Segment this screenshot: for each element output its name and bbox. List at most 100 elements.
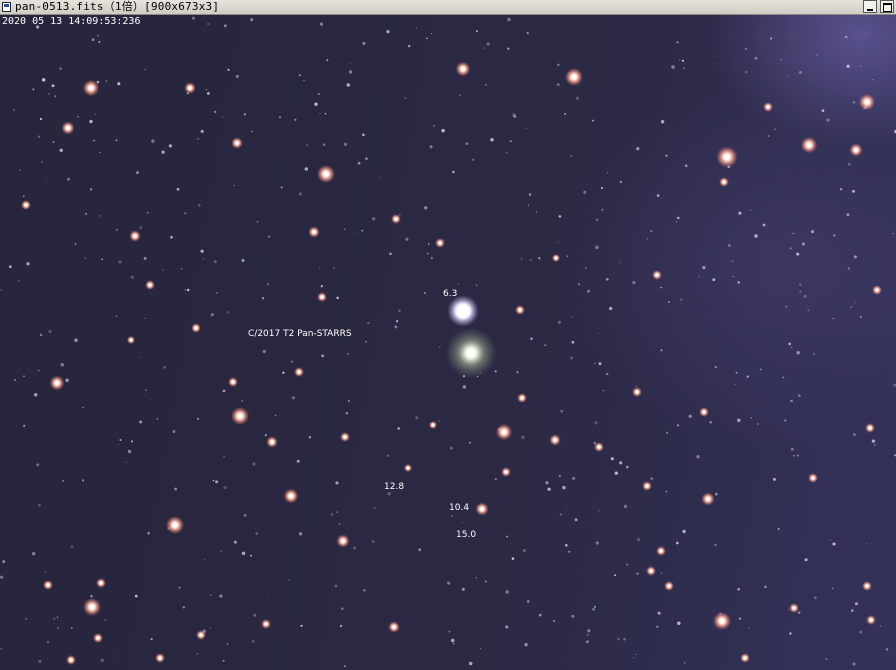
faint-star [786,74,789,77]
title-bar[interactable]: pan-0513.fits（1倍）[900x673x3] [0,0,896,15]
faint-star [290,360,294,364]
faint-star [637,538,641,542]
star [270,440,274,444]
faint-star [172,430,176,433]
faint-star [816,54,818,56]
faint-star [538,613,542,617]
faint-star [512,113,516,117]
star [264,622,268,626]
faint-star [660,349,663,352]
faint-star [250,18,254,22]
faint-star [472,158,475,161]
faint-star [595,218,599,222]
faint-star [614,574,617,577]
faint-star [677,621,681,626]
faint-star [85,212,88,215]
faint-star [243,113,246,116]
faint-star [656,625,659,628]
faint-star [559,513,562,516]
faint-star [197,138,199,140]
faint-star [430,257,433,259]
star [406,466,410,470]
star-field [0,16,896,668]
faint-star [347,399,350,403]
fits-file-icon[interactable] [2,2,11,12]
faint-star [161,150,165,154]
faint-star [865,543,868,545]
faint-star [150,638,153,641]
astro-image[interactable]: 2020 05 13 14:09:53:236 6.3 C/2017 T2 Pa… [0,15,896,670]
star [649,569,653,573]
faint-star [451,515,453,517]
faint-star [274,414,277,417]
faint-star [626,465,629,469]
faint-star [764,585,767,589]
faint-star [53,617,56,620]
faint-star [130,275,135,279]
faint-star [846,213,850,217]
faint-star [317,92,320,96]
faint-star [60,363,65,367]
faint-star [0,288,2,291]
faint-star [398,309,401,312]
star [518,308,522,312]
faint-star [739,617,742,620]
faint-star [813,596,817,600]
faint-star [314,102,318,106]
faint-star [216,291,218,294]
faint-star [860,65,862,67]
faint-star [848,163,851,166]
faint-star [557,320,561,324]
faint-star [219,594,223,598]
faint-star [282,371,285,374]
faint-star [605,277,609,281]
faint-star [808,79,810,81]
star [806,142,812,148]
faint-star [210,313,214,317]
faint-star [885,648,889,651]
star [480,507,484,511]
faint-star [349,63,352,65]
faint-star [394,325,398,329]
faint-star [490,137,494,142]
faint-star [524,643,528,647]
faint-star [163,365,166,369]
faint-star [94,113,97,116]
faint-star [170,235,173,239]
faint-star [544,344,546,346]
faint-star [749,209,752,211]
faint-star [279,116,281,119]
faint-star [754,56,758,60]
maximize-button[interactable] [880,0,894,13]
faint-star [204,559,206,561]
faint-star [223,485,227,490]
faint-star [357,161,361,165]
faint-star [698,276,700,278]
faint-star [319,112,321,114]
faint-star [339,624,343,628]
faint-star [62,479,65,482]
faint-star [298,74,301,77]
minimize-button[interactable] [863,0,877,13]
faint-star [333,267,336,269]
star [394,217,398,221]
faint-star [125,461,127,463]
faint-star [738,211,742,215]
faint-star [186,288,190,292]
faint-star [777,528,780,530]
faint-star [798,394,801,398]
faint-star [59,148,63,152]
faint-star [319,22,324,26]
faint-star [592,607,595,611]
faint-star [77,116,79,118]
faint-star [321,354,325,358]
star [341,539,345,543]
faint-star [205,89,208,91]
faint-star [511,557,515,560]
faint-star [84,257,86,259]
faint-star [709,420,713,424]
star [766,105,770,109]
faint-star [516,371,519,374]
faint-star [223,456,225,458]
faint-star [832,317,834,320]
